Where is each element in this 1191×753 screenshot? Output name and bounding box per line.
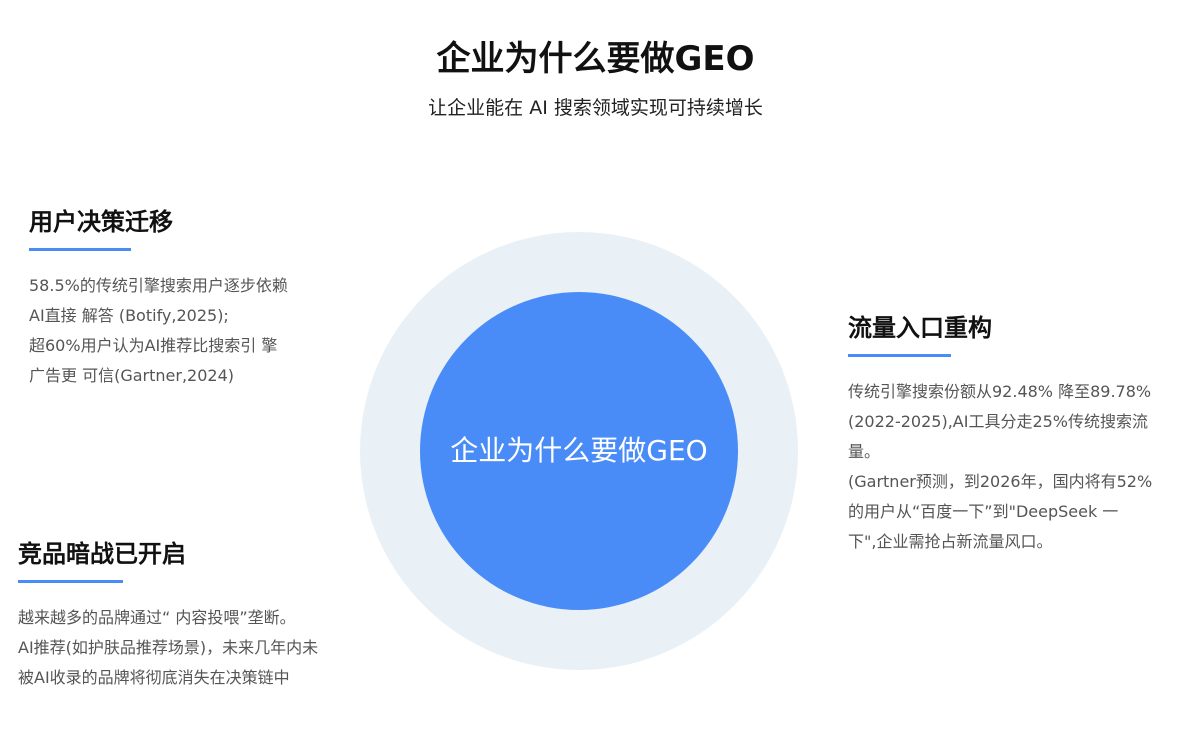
body-line: 被AI收录的品牌将彻底消失在决策链中 [18, 668, 290, 687]
block-body-user-decision-shift: 58.5%的传统引擎搜索用户逐步依赖 AI直接 解答 (Botify,2025)… [29, 271, 288, 391]
body-line: 量。 [848, 442, 881, 461]
body-line: (2022-2025),AI工具分走25%传统搜索流 [848, 412, 1149, 431]
body-line: AI直接 解答 (Botify,2025); [29, 306, 229, 325]
body-line: (Gartner预测，到2026年，国内将有52% [848, 472, 1153, 491]
page-title: 企业为什么要做GEO [436, 39, 755, 79]
body-line: 58.5%的传统引擎搜索用户逐步依赖 [29, 276, 288, 295]
body-line: 传统引擎搜索份额从92.48% 降至89.78% [848, 382, 1152, 401]
title-underline [848, 354, 951, 357]
block-body-traffic-entry-rebuild: 传统引擎搜索份额从92.48% 降至89.78% (2022-2025),AI工… [848, 377, 1152, 557]
body-line: 越来越多的品牌通过“ 内容投喂”垄断。 [18, 608, 296, 627]
block-title-user-decision-shift: 用户决策迁移 [29, 208, 173, 236]
body-line: 超60%用户认为AI推荐比搜索引 擎 [29, 336, 278, 355]
block-title-competitor-war: 竞品暗战已开启 [18, 540, 186, 568]
block-body-competitor-war: 越来越多的品牌通过“ 内容投喂”垄断。 AI推荐(如护肤品推荐场景)，未来几年内… [18, 603, 318, 693]
block-competitor-war: 竞品暗战已开启 越来越多的品牌通过“ 内容投喂”垄断。 AI推荐(如护肤品推荐场… [18, 538, 318, 693]
center-circle-label: 企业为什么要做GEO [450, 434, 708, 467]
title-underline [18, 580, 123, 583]
center-circle: 企业为什么要做GEO [420, 292, 738, 610]
body-line: 的用户从“百度一下”到"DeepSeek 一 [848, 502, 1119, 521]
body-line: AI推荐(如护肤品推荐场景)，未来几年内未 [18, 638, 319, 657]
page-subtitle: 让企业能在 AI 搜索领域实现可持续增长 [428, 97, 763, 119]
body-line: 广告更 可信(Gartner,2024) [29, 366, 234, 385]
block-user-decision-shift: 用户决策迁移 58.5%的传统引擎搜索用户逐步依赖 AI直接 解答 (Botif… [29, 206, 288, 391]
block-title-traffic-entry-rebuild: 流量入口重构 [848, 314, 992, 342]
title-underline [29, 248, 131, 251]
body-line: 下",企业需抢占新流量风口。 [848, 532, 1053, 551]
block-traffic-entry-rebuild: 流量入口重构 传统引擎搜索份额从92.48% 降至89.78% (2022-20… [848, 312, 1152, 557]
